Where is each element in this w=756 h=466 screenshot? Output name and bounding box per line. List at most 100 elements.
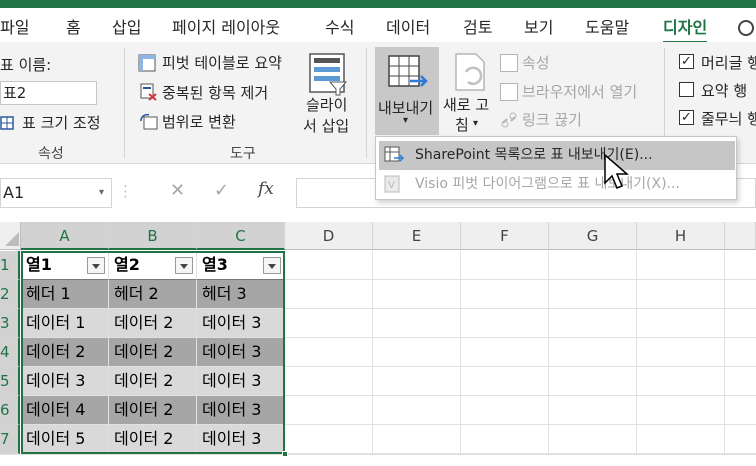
corner-triangle-icon	[5, 232, 19, 246]
tab-help[interactable]: 도움말	[585, 14, 629, 38]
tab-view[interactable]: 보기	[524, 14, 553, 38]
table-cell[interactable]: 데이터 2	[109, 425, 197, 454]
table-cell[interactable]: 데이터 2	[109, 396, 197, 425]
cancel-icon[interactable]: ✕	[170, 180, 185, 201]
table-cell[interactable]: 데이터 5	[21, 425, 109, 454]
table-cell[interactable]: 데이터 3	[197, 396, 285, 425]
column-header-a[interactable]: A	[21, 222, 109, 250]
column-header-g[interactable]: G	[549, 222, 637, 250]
tab-data[interactable]: 데이터	[386, 14, 430, 38]
menu-item-export-sharepoint[interactable]: SharePoint 목록으로 표 내보내기(E)...	[379, 141, 735, 170]
summarize-pivot-button[interactable]: 피벗 테이블로 요약	[162, 52, 282, 73]
refresh-label-2[interactable]: 침	[455, 114, 469, 135]
table-cell[interactable]: 데이터 4	[21, 396, 109, 425]
slicer-icon	[309, 53, 348, 96]
column-header-c[interactable]: C	[197, 222, 285, 250]
table-cell[interactable]: 헤더 2	[109, 280, 197, 309]
table-cell[interactable]: 데이터 1	[21, 309, 109, 338]
name-box[interactable]: A1 ▾	[0, 178, 112, 208]
slicer-label-1[interactable]: 슬라이	[306, 94, 347, 115]
cell-reference: A1	[3, 183, 25, 202]
table-cell[interactable]: 데이터 3	[197, 367, 285, 396]
table-cell[interactable]: 데이터 3	[197, 309, 285, 338]
row-header-7[interactable]: 7	[0, 425, 20, 454]
tab-page-layout[interactable]: 페이지 레이아웃	[172, 14, 280, 38]
slicer-label-2[interactable]: 서 삽입	[303, 115, 349, 136]
empty-cells[interactable]	[285, 251, 756, 455]
table-cell[interactable]: 헤더 3	[197, 280, 285, 309]
search-icon[interactable]	[738, 20, 754, 36]
header-label: 열2	[114, 255, 140, 274]
tab-insert[interactable]: 삽입	[112, 14, 141, 38]
table-cell[interactable]: 헤더 1	[21, 280, 109, 309]
table-header-cell[interactable]: 열1	[21, 251, 109, 280]
table-header-cell[interactable]: 열3	[197, 251, 285, 280]
properties-icon	[500, 54, 518, 72]
sharepoint-table-icon	[384, 146, 404, 162]
row-header-3[interactable]: 3	[0, 309, 20, 338]
enter-icon[interactable]: ✓	[214, 180, 229, 201]
table-cell[interactable]: 데이터 2	[21, 338, 109, 367]
table-name-input[interactable]: 표2	[0, 81, 97, 105]
row-header-5[interactable]: 5	[0, 367, 20, 396]
group-divider	[124, 48, 125, 158]
table-name-label: 표 이름:	[0, 56, 52, 74]
table-cell[interactable]: 데이터 2	[109, 309, 197, 338]
filter-dropdown-icon[interactable]	[87, 257, 105, 274]
table-cell[interactable]: 데이터 2	[109, 338, 197, 367]
fill-handle[interactable]	[282, 451, 288, 457]
tab-review[interactable]: 검토	[463, 14, 492, 38]
resize-table-button[interactable]: 표 크기 조정	[22, 112, 101, 133]
convert-to-range-icon	[140, 113, 158, 130]
pivot-table-icon	[138, 54, 156, 72]
insert-function-button[interactable]: fx	[258, 179, 274, 199]
export-table-icon	[388, 55, 428, 87]
remove-duplicates-button[interactable]: 중복된 항목 제거	[162, 82, 268, 103]
column-header-b[interactable]: B	[109, 222, 197, 250]
banded-rows-checkbox[interactable]: ✓	[679, 110, 694, 125]
select-all-corner[interactable]	[0, 222, 21, 250]
table-cell[interactable]: 데이터 3	[197, 425, 285, 454]
column-header-e[interactable]: E	[373, 222, 461, 250]
group-label-properties: 속성	[38, 146, 64, 162]
filter-dropdown-icon[interactable]	[263, 257, 281, 274]
table-cell[interactable]: 데이터 2	[109, 367, 197, 396]
svg-text:V: V	[388, 180, 395, 191]
tab-file[interactable]: 파일	[0, 14, 29, 38]
unlink-button: 링크 끊기	[522, 111, 582, 129]
export-button[interactable]: 내보내기 ▾	[375, 47, 439, 135]
row-header-6[interactable]: 6	[0, 396, 20, 425]
filter-dropdown-icon[interactable]	[175, 257, 193, 274]
tab-formulas[interactable]: 수식	[325, 14, 354, 38]
header-label: 열1	[26, 255, 52, 274]
external-properties-button: 속성	[522, 54, 550, 72]
row-header-1[interactable]: 1	[0, 251, 20, 280]
chevron-down-icon: ▾	[403, 115, 409, 126]
total-row-checkbox[interactable]	[679, 82, 694, 97]
header-row-checkbox[interactable]: ✓	[679, 54, 694, 69]
browser-icon	[500, 83, 518, 101]
table-cell[interactable]: 데이터 3	[197, 338, 285, 367]
visio-icon: V	[384, 175, 400, 193]
table-cell[interactable]: 데이터 3	[21, 367, 109, 396]
export-dropdown-menu: SharePoint 목록으로 표 내보내기(E)... V Visio 피벗 …	[375, 136, 737, 200]
row-header-2[interactable]: 2	[0, 280, 20, 309]
tab-design[interactable]: 디자인	[663, 14, 708, 44]
open-in-browser-button: 브라우저에서 열기	[522, 83, 638, 101]
convert-to-range-button[interactable]: 범위로 변환	[162, 111, 236, 132]
column-header-partial	[725, 222, 756, 250]
worksheet-grid: A B C D E F G H 1 2 3 4 5 6 7 열1 열2 열3 헤…	[0, 222, 756, 466]
column-header-f[interactable]: F	[461, 222, 549, 250]
column-header-h[interactable]: H	[637, 222, 725, 250]
refresh-label-1[interactable]: 새로 고	[443, 94, 489, 115]
tab-home[interactable]: 홈	[66, 14, 81, 38]
chevron-down-icon[interactable]: ▾	[99, 179, 104, 207]
dots-icon: ⋮	[118, 182, 133, 200]
group-label-tools: 도구	[230, 146, 256, 162]
column-header-d[interactable]: D	[285, 222, 373, 250]
ribbon-tab-bar: 파일 홈 삽입 페이지 레이아웃 수식 데이터 검토 보기 도움말 디자인	[0, 8, 756, 44]
row-header-4[interactable]: 4	[0, 338, 20, 367]
table-header-cell[interactable]: 열2	[109, 251, 197, 280]
mouse-pointer-icon	[604, 153, 630, 189]
menu-item-export-visio: V Visio 피벗 다이어그램으로 표 내보내기(X)...	[379, 170, 735, 199]
